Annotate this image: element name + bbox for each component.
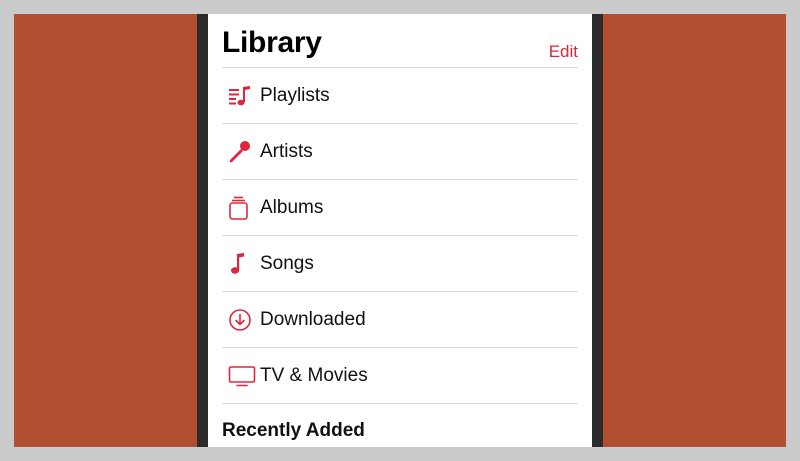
list-item-label: TV & Movies <box>260 364 368 386</box>
list-item-label: Songs <box>260 252 314 274</box>
list-item-tv-movies[interactable]: TV & Movies <box>222 348 578 404</box>
library-screen: Library Edit Playlists Artists Albums So… <box>208 14 592 447</box>
list-item-albums[interactable]: Albums <box>222 180 578 236</box>
list-item-downloaded[interactable]: Downloaded <box>222 292 578 348</box>
list-item-songs[interactable]: Songs <box>222 236 578 292</box>
list-item-artists[interactable]: Artists <box>222 124 578 180</box>
download-circle-icon <box>228 307 258 333</box>
list-item-label: Downloaded <box>260 308 366 330</box>
playlist-icon <box>228 83 258 109</box>
list-item-label: Artists <box>260 140 313 162</box>
list-item-label: Albums <box>260 196 324 218</box>
list-item-playlists[interactable]: Playlists <box>222 68 578 124</box>
edit-button[interactable]: Edit <box>549 42 578 62</box>
page-title: Library <box>222 26 322 59</box>
tv-icon <box>228 363 258 389</box>
library-header: Library Edit <box>222 22 578 66</box>
list-item-label: Playlists <box>260 84 330 106</box>
recently-added-heading: Recently Added <box>222 420 365 441</box>
device-bezel-right <box>592 14 603 447</box>
music-note-icon <box>228 251 258 277</box>
album-stack-icon <box>228 195 258 221</box>
device-bezel-left <box>197 14 208 447</box>
library-list: Playlists Artists Albums Songs Downloade… <box>222 67 578 404</box>
microphone-icon <box>228 139 258 165</box>
